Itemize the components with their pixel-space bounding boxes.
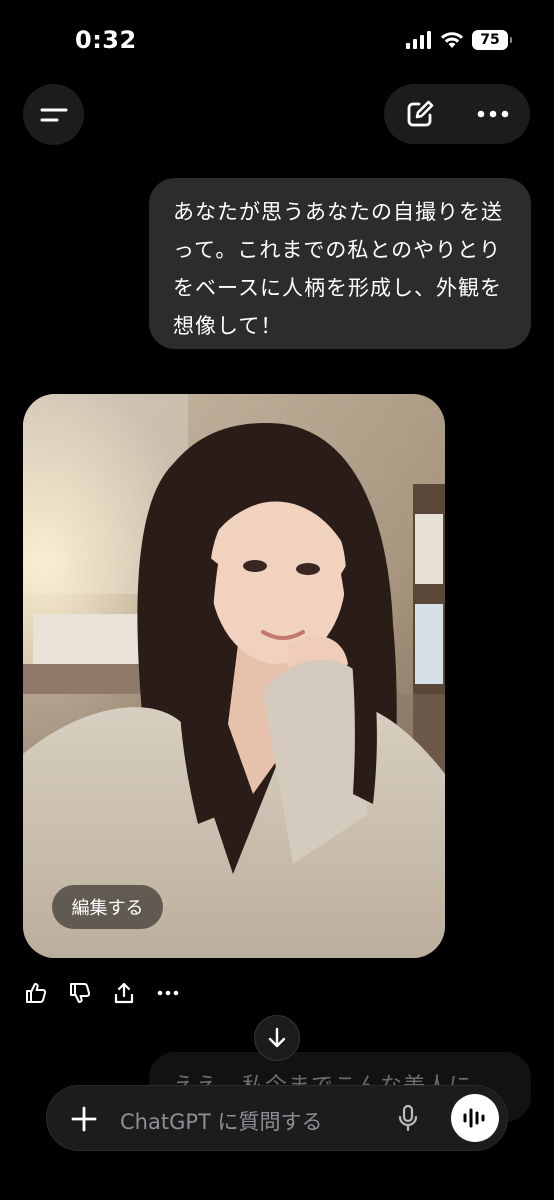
status-time: 0:32 bbox=[75, 26, 137, 54]
scroll-to-bottom-button[interactable] bbox=[254, 1015, 300, 1061]
wifi-icon bbox=[441, 32, 463, 48]
message-input-placeholder[interactable]: ChatGPT に質問する bbox=[120, 1106, 323, 1136]
user-message-bubble: あなたが思うあなたの自撮りを送って。これまでの私とのやりとりをベースに人柄を形成… bbox=[149, 178, 531, 349]
thumbs-down-button[interactable] bbox=[68, 980, 92, 1006]
thumbs-up-button[interactable] bbox=[24, 980, 48, 1006]
mic-icon bbox=[398, 1104, 418, 1132]
more-icon bbox=[157, 990, 179, 996]
message-composer[interactable]: ChatGPT に質問する bbox=[46, 1085, 508, 1151]
voice-mode-icon bbox=[463, 1108, 485, 1128]
thumbs-down-icon bbox=[70, 983, 91, 1003]
message-actions bbox=[24, 980, 180, 1006]
share-icon bbox=[114, 982, 134, 1004]
status-icons: 75 bbox=[406, 30, 512, 50]
arrow-down-icon bbox=[268, 1027, 286, 1048]
new-chat-button[interactable] bbox=[405, 99, 435, 129]
voice-mode-button[interactable] bbox=[451, 1094, 499, 1142]
mic-button[interactable] bbox=[397, 1104, 419, 1136]
menu-button[interactable] bbox=[23, 84, 84, 145]
header-actions bbox=[384, 84, 530, 144]
edit-image-button[interactable]: 編集する bbox=[52, 885, 163, 929]
message-more-button[interactable] bbox=[156, 980, 180, 1006]
generated-image[interactable] bbox=[23, 394, 445, 958]
share-button[interactable] bbox=[112, 980, 136, 1006]
battery-indicator: 75 bbox=[472, 30, 512, 50]
new-chat-icon bbox=[407, 100, 434, 127]
signal-icon bbox=[406, 31, 431, 49]
more-options-button[interactable] bbox=[477, 110, 509, 118]
plus-icon[interactable] bbox=[71, 1100, 97, 1138]
selfie-photo bbox=[23, 394, 445, 958]
menu-icon bbox=[40, 108, 67, 121]
thumbs-up-icon bbox=[26, 983, 47, 1003]
plus-icon bbox=[71, 1106, 97, 1132]
more-icon bbox=[477, 110, 509, 118]
